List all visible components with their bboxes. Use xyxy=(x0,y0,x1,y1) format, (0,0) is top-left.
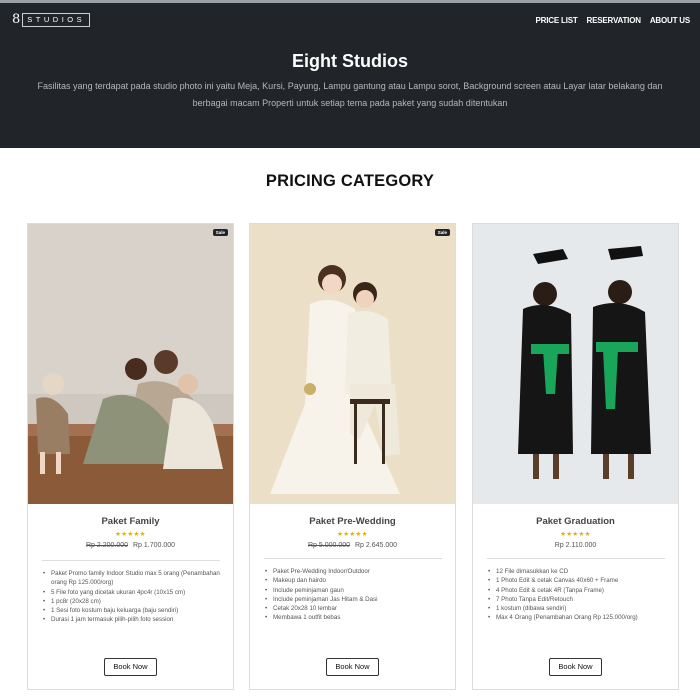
hero-title: Eight Studios xyxy=(292,51,408,71)
price-current: Rp 2.645.000 xyxy=(354,542,398,549)
feature-item: 1 pc8r (20x28 cm) xyxy=(42,597,227,607)
feature-item: Durasi 1 jam termasuk pilih-pilih foto s… xyxy=(42,615,227,625)
feature-item: Include peminjaman gaun xyxy=(264,586,449,596)
feature-item: Max 4 Orang (Penambahan Orang Rp 125.000… xyxy=(487,613,672,623)
divider xyxy=(264,558,442,559)
nav-links: PRICE LIST RESERVATION ABOUT US xyxy=(536,16,691,25)
nav-link-price-list[interactable]: PRICE LIST xyxy=(536,16,578,25)
feature-item: 12 File dimasukkan ke CD xyxy=(487,567,672,577)
feature-list: Paket Promo family Indoor Studio max 5 o… xyxy=(42,569,227,625)
sale-badge: Sale xyxy=(212,229,228,236)
feature-item: 1 kostum (dibawa sendiri) xyxy=(487,604,672,614)
book-now-button[interactable]: Book Now xyxy=(549,658,602,676)
prewedding-photo: Sale xyxy=(250,224,455,504)
graduation-photo xyxy=(473,224,678,504)
navbar: 8 STUDIOS PRICE LIST RESERVATION ABOUT U… xyxy=(0,0,700,148)
feature-item: 1 Sesi foto kostum baju keluarga (baju s… xyxy=(42,606,227,616)
price: Rp 5.000.000 Rp 2.645.000 xyxy=(250,542,455,549)
feature-item: 4 Photo Edit & cetak 4R (Tanpa Frame) xyxy=(487,586,672,596)
card-title: Paket Family xyxy=(101,516,160,527)
feature-item: Paket Promo family Indoor Studio max 5 o… xyxy=(42,569,227,588)
feature-item: Membawa 1 outfit bebas xyxy=(264,613,449,623)
price-old: Rp 5.000.000 xyxy=(307,542,351,549)
nav-link-reservation[interactable]: RESERVATION xyxy=(587,16,641,25)
pricing-card-prewedding: Sale Paket Pre-Wedding ★★★★★ Rp 5.000.00… xyxy=(249,223,456,690)
book-now-button[interactable]: Book Now xyxy=(326,658,379,676)
logo-text: STUDIOS xyxy=(22,13,91,27)
card-title: Paket Graduation xyxy=(536,516,615,527)
feature-item: Makeup dan hairdo xyxy=(264,576,449,586)
divider xyxy=(487,558,665,559)
price-current: Rp 2.110.000 xyxy=(554,542,597,549)
pricing-card-family: Sale Paket Family ★★★★★ Rp 2.200.000 Rp … xyxy=(27,223,234,690)
pricing-card-graduation: Paket Graduation ★★★★★ Rp 2.110.000 12 F… xyxy=(472,223,679,690)
price-current: Rp 1.700.000 xyxy=(132,542,176,549)
rating-stars: ★★★★★ xyxy=(337,531,368,538)
hero-description: Fasilitas yang terdapat pada studio phot… xyxy=(37,81,663,108)
feature-item: 5 File foto yang dicetak ukuran 4pc4r (1… xyxy=(42,588,227,598)
book-now-button[interactable]: Book Now xyxy=(104,658,157,676)
feature-item: 7 Photo Tanpa Edit/Retouch xyxy=(487,595,672,605)
rating-stars: ★★★★★ xyxy=(115,531,146,538)
section-title: PRICING CATEGORY xyxy=(265,172,435,190)
feature-list: 12 File dimasukkan ke CD 1 Photo Edit & … xyxy=(487,567,672,623)
logo-number: 8 xyxy=(12,12,21,27)
nav-link-about-us[interactable]: ABOUT US xyxy=(650,16,690,25)
rating-stars: ★★★★★ xyxy=(560,531,591,538)
price: Rp 2.110.000 xyxy=(473,542,678,549)
sale-badge: Sale xyxy=(434,229,450,236)
feature-item: Paket Pre-Wedding Indoor/Outdoor xyxy=(264,567,449,577)
feature-item: 1 Photo Edit & cetak Canvas 40x60 + Fram… xyxy=(487,576,672,586)
price-old: Rp 2.200.000 xyxy=(85,542,129,549)
feature-item: Include peminjaman Jas Hitam & Dasi xyxy=(264,595,449,605)
feature-list: Paket Pre-Wedding Indoor/Outdoor Makeup … xyxy=(264,567,449,623)
price: Rp 2.200.000 Rp 1.700.000 xyxy=(28,542,233,549)
family-photo: Sale xyxy=(28,224,233,504)
feature-item: Cetak 20x28 10 lembar xyxy=(264,604,449,614)
divider xyxy=(42,560,220,561)
card-title: Paket Pre-Wedding xyxy=(309,516,396,527)
brand-logo[interactable]: 8 STUDIOS xyxy=(12,12,91,27)
